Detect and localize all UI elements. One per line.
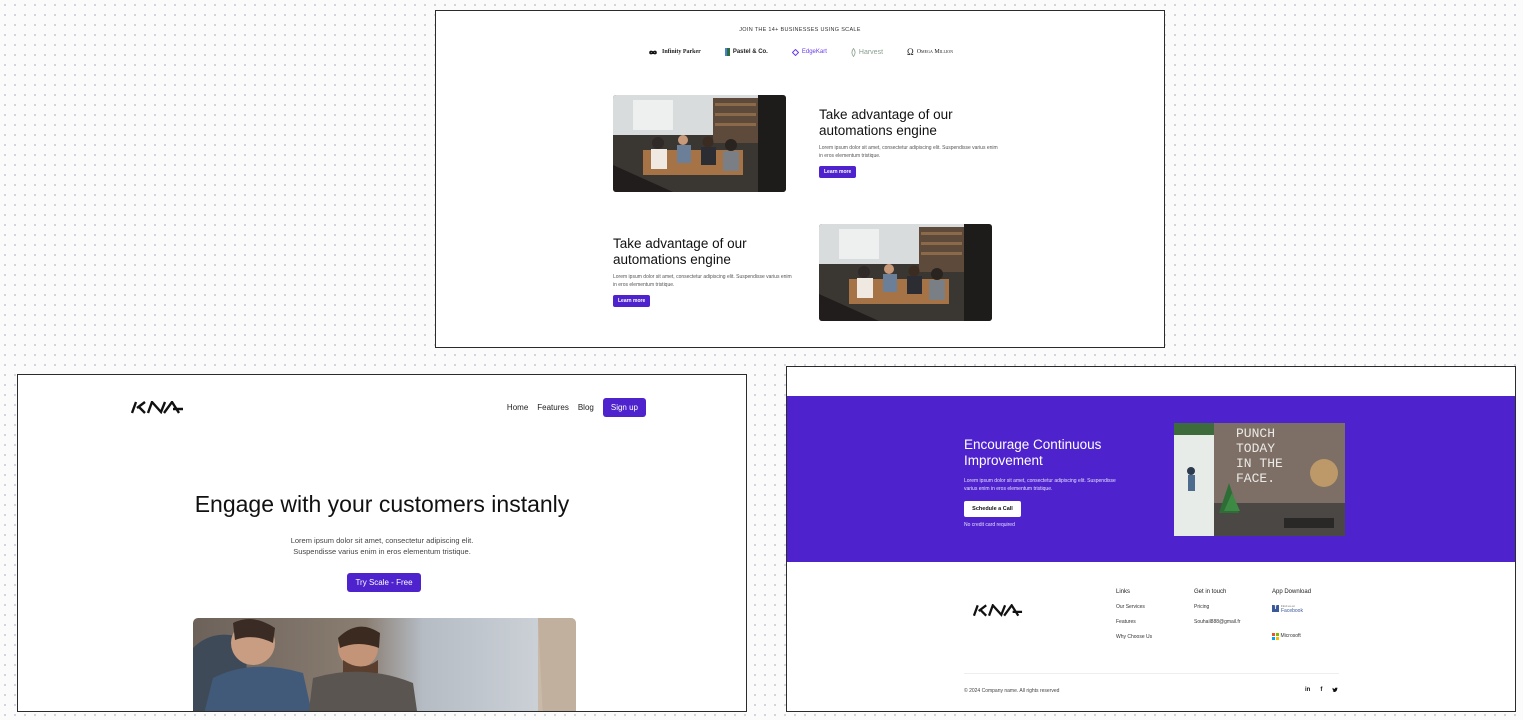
logos-heading: JOIN THE 14+ BUSINESSES USING SCALE <box>739 27 861 33</box>
diamond-icon <box>791 48 799 56</box>
learn-more-button[interactable]: Learn more <box>819 166 857 178</box>
footer-divider <box>964 673 1339 674</box>
logo-harvest: Harvest <box>851 47 884 57</box>
social-links: in f <box>1305 687 1339 695</box>
cta-band: Encourage Continuous Improvement Lorem i… <box>787 396 1515 562</box>
punch-text-line: TODAY <box>1236 441 1275 456</box>
logo-edgekart: EdgeKart <box>791 48 827 56</box>
nav-home-link[interactable]: Home <box>507 403 528 412</box>
footer-links-title: Links <box>1116 589 1131 595</box>
logo-label: EdgeKart <box>801 49 827 55</box>
infinity-icon <box>649 50 657 54</box>
feature-title: Take advantage of our automations engine <box>613 236 747 267</box>
footer-link-pricing[interactable]: Pricing <box>1194 604 1264 610</box>
logo-label: Pastel & Co. <box>732 49 768 55</box>
hero-subtitle-line: Lorem ipsum dolor sit amet, consectetur … <box>290 536 474 545</box>
facebook-badge[interactable]: f Find us on Facebook <box>1272 604 1342 613</box>
facebook-icon: f <box>1272 605 1279 612</box>
feature-image-office-meeting <box>819 224 992 321</box>
microsoft-badge-label: Microsoft <box>1280 633 1301 640</box>
logo-label: Omega Million <box>916 49 953 55</box>
footer-app-title: App Download <box>1272 589 1312 595</box>
hero-image-people-talking <box>193 618 576 711</box>
punch-text-line: PUNCH <box>1236 426 1275 441</box>
learn-more-button[interactable]: Learn more <box>613 295 651 307</box>
copyright-text: © 2024 Company name. All rights reserved <box>964 688 1060 694</box>
footer-contact-column: Get in touch Pricing Souhail888@gmail.fr <box>1194 589 1264 634</box>
microsoft-badge[interactable]: Microsoft <box>1272 633 1342 640</box>
partner-logo-row: Infinity Parker Pastel & Co. EdgeKart Ha… <box>436 47 1164 57</box>
omega-icon: Ω <box>907 47 914 57</box>
footer-app-column: App Download f Find us on Facebook Micro… <box>1272 589 1342 660</box>
landing-hero-frame: Home Features Blog Sign up Engage with y… <box>17 374 747 712</box>
hero-subtitle-line: Suspendisse varius enim in eros elementu… <box>293 547 471 556</box>
linkedin-icon[interactable]: in <box>1305 687 1310 695</box>
footer-links-column: Links Our Services Features Why Choose U… <box>1116 589 1186 649</box>
feature-body: Lorem ipsum dolor sit amet, consectetur … <box>819 145 998 159</box>
signup-button[interactable]: Sign up <box>602 398 646 417</box>
landing-cta-footer-frame: Encourage Continuous Improvement Lorem i… <box>786 366 1516 712</box>
feature-text-1: Take advantage of our automations engine… <box>819 107 999 178</box>
logo-infinity-parker: Infinity Parker <box>647 49 701 56</box>
footer-contact-title: Get in touch <box>1194 589 1227 595</box>
cta-image-office-wall: PUNCH TODAY IN THE FACE. <box>1174 423 1345 536</box>
logo-pastel-co: Pastel & Co. <box>724 48 768 56</box>
hero-subtitle: Lorem ipsum dolor sit amet, consectetur … <box>18 535 746 557</box>
punch-text-line: FACE. <box>1236 471 1275 486</box>
hero-title: Engage with your customers instanly <box>194 491 570 517</box>
landing-logos-features-frame: JOIN THE 14+ BUSINESSES USING SCALE Infi… <box>435 10 1165 348</box>
footer-link-our-services[interactable]: Our Services <box>1116 604 1186 610</box>
logo-label: Infinity Parker <box>662 49 701 55</box>
schedule-call-button[interactable]: Schedule a Call <box>964 501 1021 517</box>
footer-link-why-choose-us[interactable]: Why Choose Us <box>1116 634 1186 640</box>
footer-email-link[interactable]: Souhail888@gmail.fr <box>1194 619 1264 625</box>
feature-image-office-meeting <box>613 95 786 192</box>
nav-blog-link[interactable]: Blog <box>578 403 594 412</box>
footer-link-features[interactable]: Features <box>1116 619 1186 625</box>
logo-label: Harvest <box>858 48 884 56</box>
nav-features-link[interactable]: Features <box>537 403 569 412</box>
top-nav: Home Features Blog Sign up <box>507 398 646 417</box>
kia-logo[interactable] <box>131 401 184 414</box>
try-free-button[interactable]: Try Scale - Free <box>347 573 421 592</box>
cta-title: Encourage Continuous Improvement <box>964 437 1102 468</box>
feature-text-2: Take advantage of our automations engine… <box>613 236 793 307</box>
facebook-social-icon[interactable]: f <box>1320 687 1322 695</box>
book-icon <box>724 48 730 56</box>
facebook-badge-label: Find us on Facebook <box>1281 604 1303 614</box>
twitter-icon[interactable] <box>1332 687 1339 695</box>
leaf-icon <box>851 47 856 57</box>
microsoft-icon <box>1272 633 1279 640</box>
feature-title: Take advantage of our automations engine <box>819 107 953 138</box>
feature-body: Lorem ipsum dolor sit amet, consectetur … <box>613 274 792 288</box>
logo-omega-million: Ω Omega Million <box>907 47 953 57</box>
cta-body: Lorem ipsum dolor sit amet, consectetur … <box>964 478 1116 492</box>
twitter-icon-glyph <box>1332 687 1339 693</box>
punch-text-line: IN THE <box>1236 456 1283 471</box>
cta-note: No credit card required <box>964 522 1015 528</box>
footer-kia-logo[interactable] <box>973 604 1023 617</box>
